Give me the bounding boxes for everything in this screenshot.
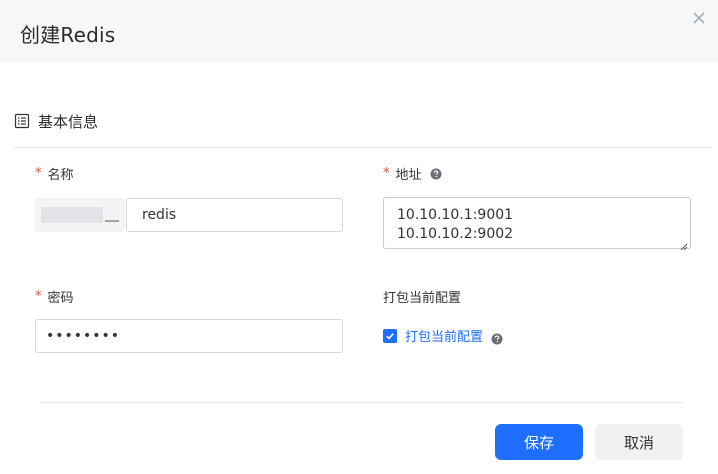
cancel-button[interactable]: 取消 [595, 424, 683, 460]
address-label: * 地址 [383, 164, 442, 183]
address-line: 10.10.10.1:9001 [397, 207, 514, 223]
required-mark: * [35, 289, 42, 304]
name-prefix-suffix: __ [105, 206, 119, 222]
name-prefix-redacted [41, 207, 103, 223]
pack-label: 打包当前配置 [383, 287, 461, 306]
resize-grip-icon[interactable] [680, 238, 688, 251]
create-redis-dialog: 创建Redis 基本信息 * 名称 __ redis * 地址 10.10.10… [0, 0, 718, 474]
footer-divider [40, 402, 683, 403]
save-button[interactable]: 保存 [495, 424, 583, 460]
check-icon [386, 332, 394, 340]
dialog-title: 创建Redis [20, 23, 116, 47]
name-label: * 名称 [35, 164, 74, 183]
section-title: 基本信息 [38, 112, 99, 131]
required-mark: * [35, 166, 42, 181]
address-label-text: 地址 [395, 168, 422, 183]
required-mark: * [383, 166, 390, 181]
address-line: 10.10.10.2:9002 [397, 226, 514, 242]
dialog-header: 创建Redis [0, 0, 718, 62]
section-header: 基本信息 [14, 110, 98, 132]
question-circle-icon[interactable] [491, 330, 503, 344]
pack-config-checkbox-row[interactable]: 打包当前配置 [383, 326, 503, 345]
password-label: * 密码 [35, 287, 74, 306]
address-textarea[interactable]: 10.10.10.1:9001 10.10.10.2:9002 [383, 197, 691, 251]
pack-config-checkbox-label[interactable]: 打包当前配置 [405, 326, 483, 345]
name-label-text: 名称 [47, 168, 74, 183]
name-input[interactable] [126, 198, 343, 232]
pack-config-checkbox[interactable] [383, 328, 397, 343]
section-divider [14, 147, 711, 148]
password-label-text: 密码 [47, 291, 74, 306]
list-icon [14, 113, 30, 129]
question-circle-icon[interactable] [430, 168, 442, 180]
password-input[interactable] [35, 319, 343, 353]
name-prefix: __ [35, 198, 125, 232]
close-icon[interactable] [689, 8, 709, 28]
pack-label-text: 打包当前配置 [383, 291, 462, 306]
